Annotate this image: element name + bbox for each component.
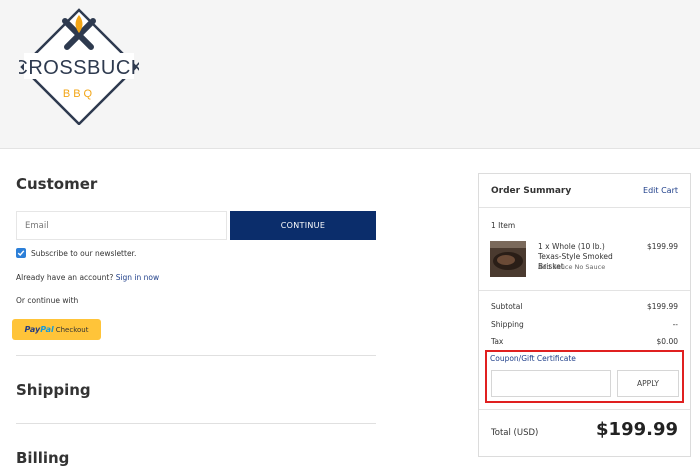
summary-divider [479, 409, 690, 410]
total-label: Total (USD) [491, 428, 539, 438]
order-summary-panel: Order Summary Edit Cart 1 Item 1 x Whole… [478, 173, 691, 457]
section-divider [16, 355, 376, 356]
crossbuck-bbq-logo[interactable]: CROSSBUCK BBQ [19, 7, 139, 125]
account-prompt: Already have an account? [16, 273, 114, 282]
shipping-heading[interactable]: Shipping [16, 381, 91, 399]
shipping-label: Shipping [491, 320, 524, 329]
coupon-highlight-box [485, 350, 684, 403]
continue-button[interactable]: CONTINUE [230, 211, 376, 240]
product-thumbnail [490, 241, 526, 277]
paypal-pal-text: Pal [40, 325, 54, 334]
subtotal-label: Subtotal [491, 302, 523, 311]
checkmark-icon [17, 250, 25, 257]
total-value: $199.99 [596, 419, 678, 440]
newsletter-checkbox[interactable] [16, 248, 26, 258]
shipping-value: -- [672, 320, 678, 329]
summary-divider [479, 207, 690, 208]
section-divider [16, 423, 376, 424]
svg-text:BBQ: BBQ [63, 88, 95, 100]
summary-divider [479, 290, 690, 291]
item-price: $199.99 [646, 242, 678, 251]
item-option: Add Sauce No Sauce [538, 263, 606, 271]
edit-cart-link[interactable]: Edit Cart [643, 186, 678, 195]
tax-label: Tax [491, 337, 504, 346]
billing-heading[interactable]: Billing [16, 449, 69, 467]
svg-text:CROSSBUCK: CROSSBUCK [19, 57, 139, 79]
tax-value: $0.00 [656, 337, 678, 346]
sign-in-link[interactable]: Sign in now [116, 273, 159, 282]
newsletter-label: Subscribe to our newsletter. [31, 249, 137, 258]
paypal-checkout-button[interactable]: PayPal Checkout [12, 319, 101, 340]
paypal-pay-text: Pay [24, 325, 41, 334]
order-summary-title: Order Summary [491, 186, 572, 196]
account-prompt-row: Already have an account? Sign in now [16, 273, 159, 282]
paypal-checkout-text: Checkout [55, 326, 89, 334]
customer-heading: Customer [16, 175, 98, 193]
item-count: 1 Item [491, 221, 516, 230]
header: CROSSBUCK BBQ [0, 0, 700, 149]
subtotal-value: $199.99 [646, 302, 678, 311]
or-continue-label: Or continue with [16, 296, 79, 305]
email-input[interactable] [16, 211, 227, 240]
